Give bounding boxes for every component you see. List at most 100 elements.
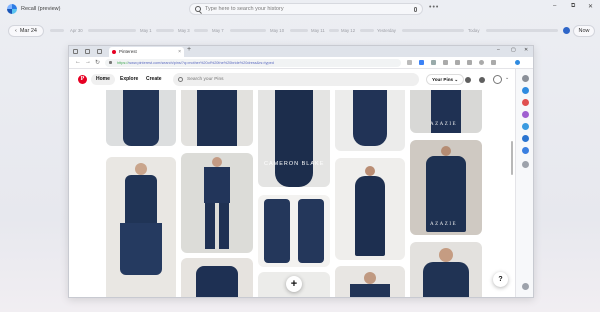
pin-card[interactable]	[181, 258, 253, 297]
search-placeholder: Type here to search your history	[205, 6, 284, 12]
timeline-label[interactable]: May 3	[178, 28, 190, 33]
now-button[interactable]: Now	[573, 25, 595, 37]
tools-icon[interactable]	[522, 99, 529, 106]
pin-card[interactable]	[181, 90, 253, 146]
browser-window[interactable]: Pinterest × + – ▢ ✕ ← → ↻ https://www.pi…	[68, 45, 534, 298]
timeline-label[interactable]: Yesterday	[377, 28, 396, 33]
timeline-label[interactable]: May 12	[341, 28, 355, 33]
more-options-icon[interactable]: •••	[429, 4, 439, 11]
timeline-bar[interactable]: ‹ Mar 24 Apr 30 May 1 May 3 May 7 May 10 …	[0, 23, 600, 39]
address-bar[interactable]: https://www.pinterest.com/search/pins/?q…	[105, 59, 401, 67]
tab-actions-icon[interactable]	[97, 49, 102, 54]
browser-minimize-icon[interactable]: –	[497, 47, 500, 53]
search-icon	[178, 77, 183, 82]
favorites-icon[interactable]	[455, 60, 460, 65]
lock-icon	[109, 61, 112, 64]
chevron-down-icon[interactable]: ⌄	[505, 75, 509, 81]
timeline-segment	[156, 29, 174, 32]
timeline-segment	[230, 29, 266, 32]
pin-card[interactable]	[181, 153, 253, 253]
pin-card[interactable]: AZAZIE	[410, 140, 482, 235]
refresh-icon[interactable]: ↻	[95, 59, 100, 66]
pin-feed: CAMERON BLAKE + AZAZIE AZAZIE ?	[69, 90, 515, 297]
minimize-button[interactable]: –	[553, 3, 556, 9]
back-icon[interactable]: ←	[75, 59, 81, 65]
timeline-label[interactable]: Apr 30	[70, 28, 83, 33]
browser-toolbar: ← → ↻ https://www.pinterest.com/search/p…	[69, 57, 533, 69]
app-title: Recall (preview)	[21, 6, 61, 12]
avatar[interactable]	[493, 75, 502, 84]
add-sidebar-app-icon[interactable]	[522, 161, 529, 168]
profile-icon[interactable]	[73, 49, 78, 54]
browser-close-icon[interactable]: ✕	[524, 47, 528, 53]
pinterest-favicon-icon	[112, 50, 116, 54]
pinterest-logo-icon[interactable]: P	[78, 75, 87, 84]
outlook-icon[interactable]	[522, 135, 529, 142]
pin-card[interactable]	[335, 158, 405, 260]
url-scheme: https://	[117, 61, 129, 65]
pinterest-search-input[interactable]: Search your Pins	[173, 73, 419, 86]
recall-titlebar: Recall (preview) Type here to search you…	[0, 0, 600, 19]
workspaces-icon[interactable]	[85, 49, 90, 54]
scrollbar-thumb[interactable]	[511, 141, 513, 175]
your-pins-dropdown[interactable]: Your Pins ⌄	[426, 74, 465, 85]
timeline-segment	[290, 29, 308, 32]
notifications-icon[interactable]	[465, 77, 471, 83]
settings-more-icon[interactable]	[491, 60, 496, 65]
microphone-icon[interactable]	[414, 6, 417, 12]
nav-explore[interactable]: Explore	[115, 74, 143, 85]
messages-icon[interactable]	[479, 77, 485, 83]
pin-card[interactable]: CAMERON BLAKE	[258, 90, 330, 187]
sidebar-settings-icon[interactable]	[522, 283, 529, 290]
pin-card[interactable]	[335, 90, 405, 151]
close-tab-icon[interactable]: ×	[178, 47, 181, 57]
recall-logo-icon	[7, 4, 17, 14]
timeline-label[interactable]: May 11	[311, 28, 325, 33]
tab-pinterest[interactable]: Pinterest ×	[109, 47, 184, 57]
restore-button[interactable]: ⧉	[571, 3, 575, 10]
browser-tabstrip: Pinterest × + – ▢ ✕	[69, 46, 533, 57]
timeline-segment	[194, 29, 208, 32]
copilot-icon[interactable]	[515, 60, 520, 65]
timeline-label[interactable]: May 1	[140, 28, 152, 33]
pin-card[interactable]: AZAZIE	[410, 90, 482, 133]
current-date-button[interactable]: ‹ Mar 24	[8, 25, 44, 37]
pin-card[interactable]	[410, 242, 482, 297]
url-text: www.pinterest.com/search/pins/?q=mother%…	[128, 61, 274, 65]
create-pin-button[interactable]: +	[286, 276, 302, 292]
forward-icon[interactable]: →	[85, 59, 91, 65]
collections-icon[interactable]	[467, 60, 472, 65]
favorite-star-icon[interactable]	[431, 60, 436, 65]
tab-title: Pinterest	[119, 49, 137, 54]
close-button[interactable]: ✕	[588, 3, 593, 10]
pinterest-header: P Home Explore Create Search your Pins Y…	[69, 69, 515, 90]
pinterest-search-placeholder: Search your Pins	[187, 77, 224, 82]
pin-card[interactable]	[106, 90, 176, 146]
pin-card[interactable]	[335, 266, 405, 297]
timeline-label[interactable]: May 10	[270, 28, 284, 33]
search-icon[interactable]	[522, 75, 529, 82]
help-button[interactable]: ?	[493, 272, 508, 287]
timeline-label[interactable]: May 7	[212, 28, 224, 33]
pin-card[interactable]: +	[258, 272, 330, 297]
pin-card[interactable]	[258, 195, 330, 267]
timeline-segment	[329, 29, 339, 32]
read-aloud-icon[interactable]	[407, 60, 412, 65]
shopping-icon[interactable]	[522, 87, 529, 94]
history-search-input[interactable]: Type here to search your history	[189, 3, 423, 15]
extension-icon[interactable]	[419, 60, 424, 65]
edge-sidebar	[515, 69, 533, 297]
profile-avatar-icon[interactable]	[479, 60, 484, 65]
timeline-position-marker[interactable]	[563, 27, 570, 34]
games-icon[interactable]	[522, 111, 529, 118]
search-icon	[195, 6, 201, 12]
new-tab-button[interactable]: +	[187, 46, 191, 53]
nav-home[interactable]: Home	[91, 74, 115, 85]
split-screen-icon[interactable]	[443, 60, 448, 65]
browser-restore-icon[interactable]: ▢	[511, 47, 516, 53]
office-icon[interactable]	[522, 123, 529, 130]
pin-card[interactable]	[106, 157, 176, 297]
nav-create[interactable]: Create	[141, 74, 167, 85]
discover-icon[interactable]	[522, 147, 529, 154]
timeline-label[interactable]: Today	[468, 28, 479, 33]
